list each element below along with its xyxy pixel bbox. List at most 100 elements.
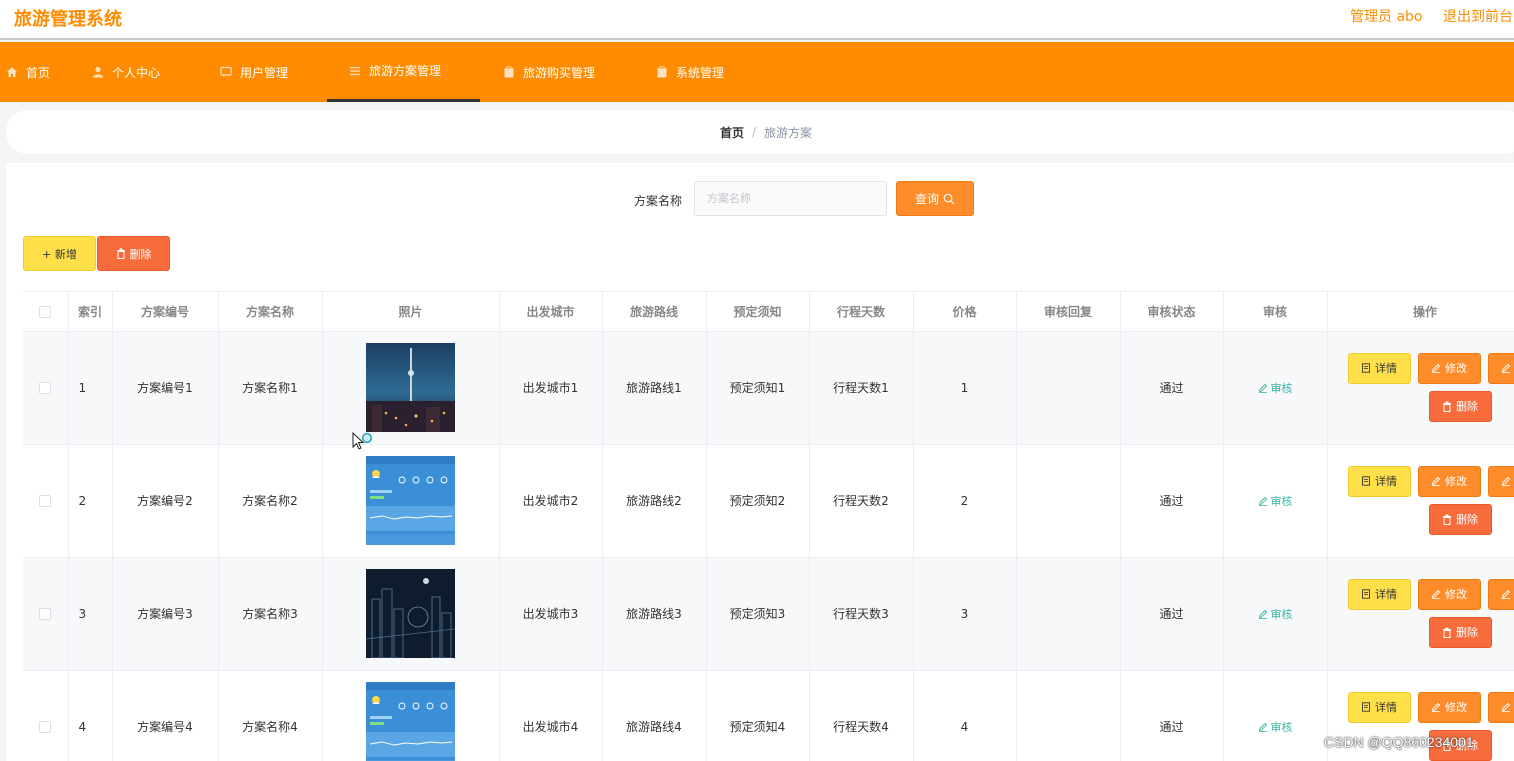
nav-label-plans: 旅游方案管理 — [369, 64, 442, 78]
cell-audit: 审核 — [1223, 557, 1328, 671]
row-checkbox[interactable] — [39, 721, 52, 733]
batch-delete-button[interactable]: 删除 — [97, 236, 170, 271]
edit-button-label: 修改 — [1445, 475, 1467, 488]
header-select-all[interactable] — [23, 292, 69, 332]
weather-screenshot-photo — [366, 456, 455, 545]
cell-status: 通过 — [1120, 557, 1224, 671]
add-button-label: + 新增 — [42, 247, 77, 261]
nav-item-users[interactable]: 用户管理 — [220, 42, 288, 102]
row-select-cell[interactable] — [23, 444, 69, 558]
delete-button[interactable]: 删除 — [1428, 503, 1492, 535]
detail-button[interactable]: 详情 — [1347, 691, 1411, 723]
cell-reply — [1016, 557, 1121, 671]
top-bar: 旅游管理系统 管理员 abo 退出到前台 — [0, 0, 1514, 40]
city-night-photo — [366, 343, 455, 432]
row-select-cell[interactable] — [23, 670, 69, 761]
audit-link[interactable]: 审核 — [1258, 382, 1293, 395]
cell-route: 旅游路线4 — [602, 670, 707, 761]
edit-button[interactable]: 修改 — [1487, 352, 1514, 384]
detail-button[interactable]: 详情 — [1347, 578, 1411, 610]
nav-item-system[interactable]: 系统管理 — [656, 42, 724, 102]
cell-name: 方案名称3 — [218, 557, 323, 671]
cell-city: 出发城市2 — [499, 444, 603, 558]
nav-item-plans[interactable]: 旅游方案管理 — [327, 42, 480, 102]
delete-button[interactable]: 删除 — [1428, 616, 1492, 648]
edit-button[interactable]: 修改 — [1487, 465, 1514, 497]
delete-button-label: 删除 — [1456, 626, 1478, 639]
clipboard-icon — [657, 66, 667, 78]
document-icon — [1362, 363, 1370, 373]
nav-item-profile[interactable]: 个人中心 — [92, 42, 160, 102]
watermark: CSDN @QQ860234001 — [1324, 734, 1474, 750]
edit-button[interactable]: 修改 — [1417, 578, 1481, 610]
cell-photo[interactable] — [322, 557, 500, 671]
document-icon — [1362, 702, 1370, 712]
table-header-row: 索引 方案编号 方案名称 照片 出发城市 旅游路线 预定须知 行程天数 价格 审… — [23, 292, 1514, 332]
edit-button[interactable]: 修改 — [1417, 691, 1481, 723]
row-checkbox[interactable] — [39, 495, 52, 507]
edit-icon — [1501, 363, 1511, 373]
row-checkbox[interactable] — [39, 382, 52, 394]
edit-icon — [1501, 476, 1511, 486]
audit-link[interactable]: 审核 — [1258, 495, 1293, 508]
plans-table: 索引 方案编号 方案名称 照片 出发城市 旅游路线 预定须知 行程天数 价格 审… — [23, 291, 1514, 761]
row-select-cell[interactable] — [23, 557, 69, 671]
edit-icon — [1501, 702, 1511, 712]
edit-button[interactable]: 修改 — [1487, 578, 1514, 610]
cell-code: 方案编号1 — [112, 331, 219, 445]
current-user[interactable]: 管理员 abo — [1350, 6, 1422, 26]
breadcrumb-home[interactable]: 首页 — [720, 124, 744, 141]
user-icon — [93, 66, 103, 78]
search-button[interactable]: 查询 — [896, 181, 974, 216]
cell-city: 出发城市4 — [499, 670, 603, 761]
city-skyline-photo — [366, 569, 455, 658]
cell-price: 1 — [913, 331, 1017, 445]
list-icon — [350, 66, 360, 75]
detail-button[interactable]: 详情 — [1347, 352, 1411, 384]
edit-button[interactable]: 修改 — [1417, 465, 1481, 497]
audit-link-label: 审核 — [1270, 494, 1293, 508]
search-button-label: 查询 — [914, 192, 939, 206]
cell-code: 方案编号2 — [112, 444, 219, 558]
detail-button[interactable]: 详情 — [1347, 465, 1411, 497]
cell-index: 3 — [68, 557, 113, 671]
cell-days: 行程天数1 — [809, 331, 914, 445]
cell-photo[interactable] — [322, 331, 500, 445]
cell-price: 2 — [913, 444, 1017, 558]
table-header: 照片 — [322, 292, 500, 332]
cell-ops: 详情 修改 修改删除 — [1327, 444, 1514, 558]
cell-reply — [1016, 670, 1121, 761]
edit-icon — [1258, 383, 1267, 393]
nav-label-purchases: 旅游购买管理 — [523, 65, 596, 80]
add-button[interactable]: + 新增 — [23, 236, 96, 271]
cell-city: 出发城市3 — [499, 557, 603, 671]
table-header: 方案编号 — [112, 292, 219, 332]
cell-status: 通过 — [1120, 331, 1224, 445]
edit-button[interactable]: 修改 — [1417, 352, 1481, 384]
cell-index: 4 — [68, 670, 113, 761]
cell-ops: 详情 修改 修改删除 — [1327, 331, 1514, 445]
logout-link[interactable]: 退出到前台 — [1443, 6, 1513, 26]
cell-notice: 预定须知2 — [706, 444, 810, 558]
audit-link[interactable]: 审核 — [1258, 608, 1293, 621]
nav-item-home[interactable]: 首页 — [6, 42, 50, 102]
audit-link[interactable]: 审核 — [1258, 721, 1293, 734]
cell-name: 方案名称1 — [218, 331, 323, 445]
cell-code: 方案编号3 — [112, 557, 219, 671]
batch-delete-label: 删除 — [129, 247, 152, 261]
search-input[interactable] — [694, 181, 887, 216]
row-checkbox[interactable] — [39, 608, 52, 620]
cell-photo[interactable] — [322, 444, 500, 558]
cell-audit: 审核 — [1223, 444, 1328, 558]
cell-code: 方案编号4 — [112, 670, 219, 761]
row-select-cell[interactable] — [23, 331, 69, 445]
select-all-checkbox[interactable] — [39, 305, 52, 318]
nav-item-purchases[interactable]: 旅游购买管理 — [503, 42, 595, 102]
cell-index: 2 — [68, 444, 113, 558]
cell-price: 4 — [913, 670, 1017, 761]
edit-button[interactable]: 修改 — [1487, 691, 1514, 723]
delete-button[interactable]: 删除 — [1428, 390, 1492, 422]
trash-icon — [116, 248, 125, 259]
edit-icon — [1501, 589, 1511, 599]
cell-photo[interactable] — [322, 670, 500, 761]
